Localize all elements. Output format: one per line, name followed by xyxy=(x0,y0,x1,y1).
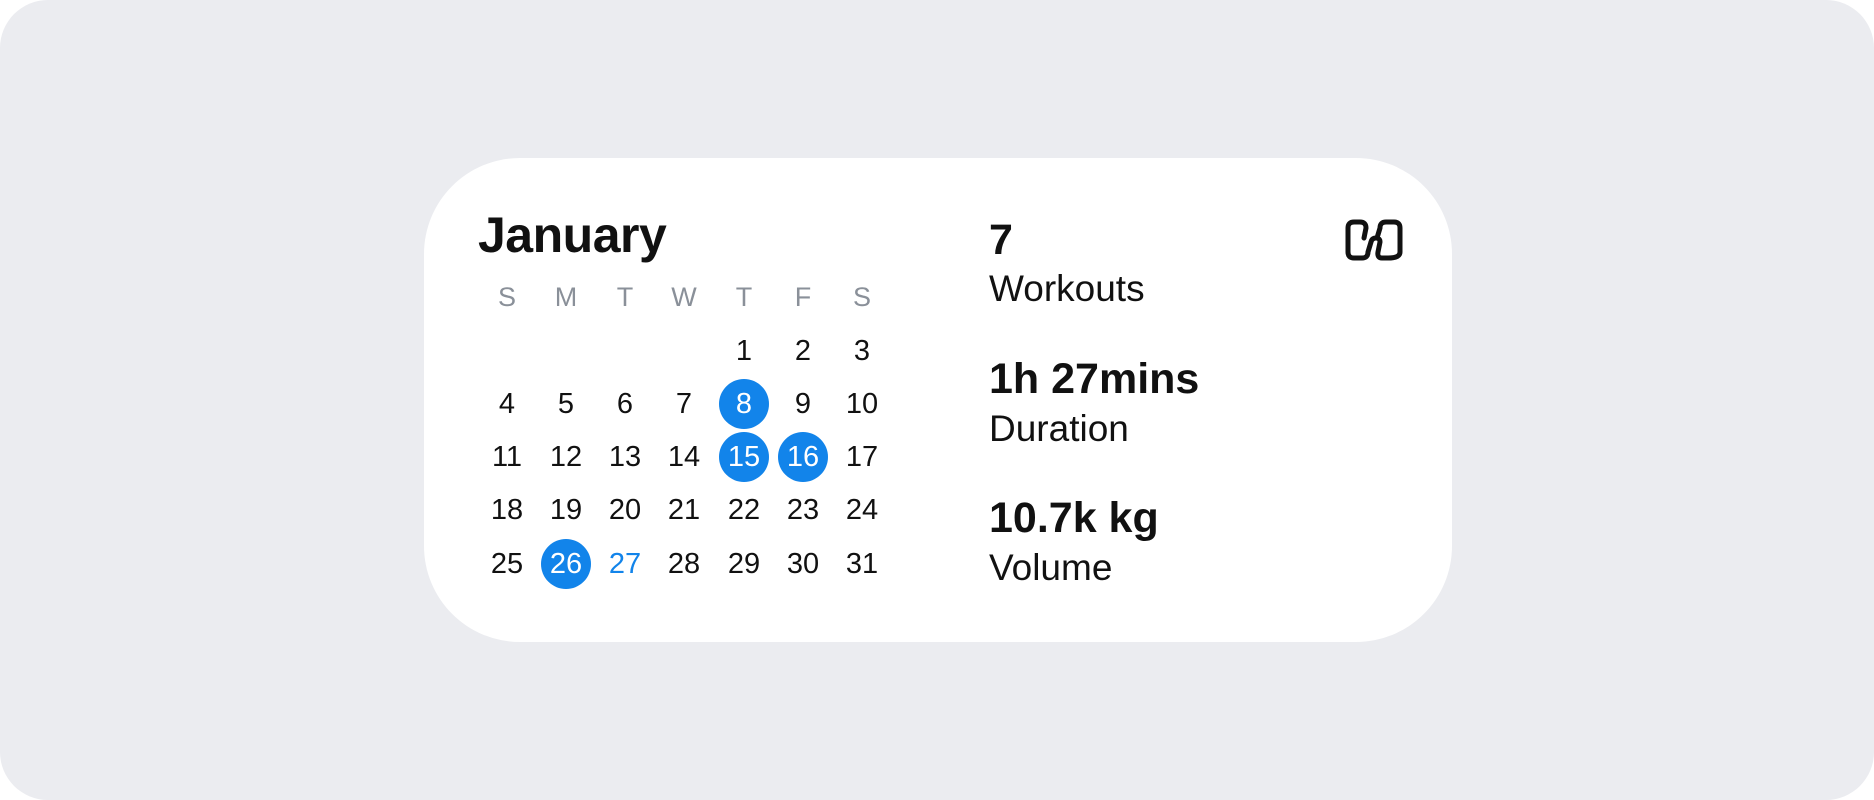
calendar-day[interactable]: 2 xyxy=(778,326,828,376)
calendar-day[interactable]: 31 xyxy=(837,539,887,589)
calendar-day[interactable]: 29 xyxy=(719,539,769,589)
duration-value: 1h 27mins xyxy=(989,355,1200,403)
month-title: January xyxy=(478,207,667,263)
weekday-label: M xyxy=(554,281,578,312)
calendar-day[interactable]: 25 xyxy=(482,539,532,589)
calendar-day[interactable]: 7 xyxy=(659,379,709,429)
workouts-label: Workouts xyxy=(989,268,1145,309)
calendar-day[interactable]: 11 xyxy=(482,432,532,482)
calendar-day[interactable]: 5 xyxy=(541,379,591,429)
calendar-day-workout[interactable]: 26 xyxy=(541,539,591,589)
calendar-day[interactable]: 9 xyxy=(778,379,828,429)
calendar-day[interactable]: 19 xyxy=(541,485,591,535)
weekday-label: F xyxy=(794,281,812,312)
calendar-day[interactable]: 20 xyxy=(600,485,650,535)
calendar-day[interactable]: 12 xyxy=(541,432,591,482)
calendar-day-workout[interactable]: 8 xyxy=(719,379,769,429)
weekday-label: W xyxy=(671,281,697,312)
duration-label: Duration xyxy=(989,408,1129,449)
weekday-label: T xyxy=(616,281,634,312)
hevy-logo-icon xyxy=(1345,219,1403,261)
calendar-day-today[interactable]: 27 xyxy=(600,539,650,589)
calendar-day[interactable]: 4 xyxy=(482,379,532,429)
volume-value: 10.7k kg xyxy=(989,494,1159,542)
calendar-day[interactable]: 23 xyxy=(778,485,828,535)
weekday-label: S xyxy=(852,281,871,312)
calendar-day[interactable]: 18 xyxy=(482,485,532,535)
calendar-day[interactable]: 3 xyxy=(837,326,887,376)
calendar-day[interactable]: 24 xyxy=(837,485,887,535)
weekday-label: S xyxy=(497,281,516,312)
calendar-day-workout[interactable]: 15 xyxy=(719,432,769,482)
calendar-day[interactable]: 30 xyxy=(778,539,828,589)
calendar-day[interactable]: 1 xyxy=(719,326,769,376)
calendar-day[interactable]: 6 xyxy=(600,379,650,429)
calendar-day[interactable]: 22 xyxy=(719,485,769,535)
calendar-day[interactable]: 28 xyxy=(659,539,709,589)
workouts-count: 7 xyxy=(989,216,1013,264)
weekday-label: T xyxy=(735,281,753,312)
calendar-day[interactable]: 14 xyxy=(659,432,709,482)
calendar-day[interactable]: 10 xyxy=(837,379,887,429)
calendar-day-workout[interactable]: 16 xyxy=(778,432,828,482)
volume-label: Volume xyxy=(989,547,1113,588)
calendar-day[interactable]: 13 xyxy=(600,432,650,482)
calendar-day[interactable]: 17 xyxy=(837,432,887,482)
calendar-day[interactable]: 21 xyxy=(659,485,709,535)
